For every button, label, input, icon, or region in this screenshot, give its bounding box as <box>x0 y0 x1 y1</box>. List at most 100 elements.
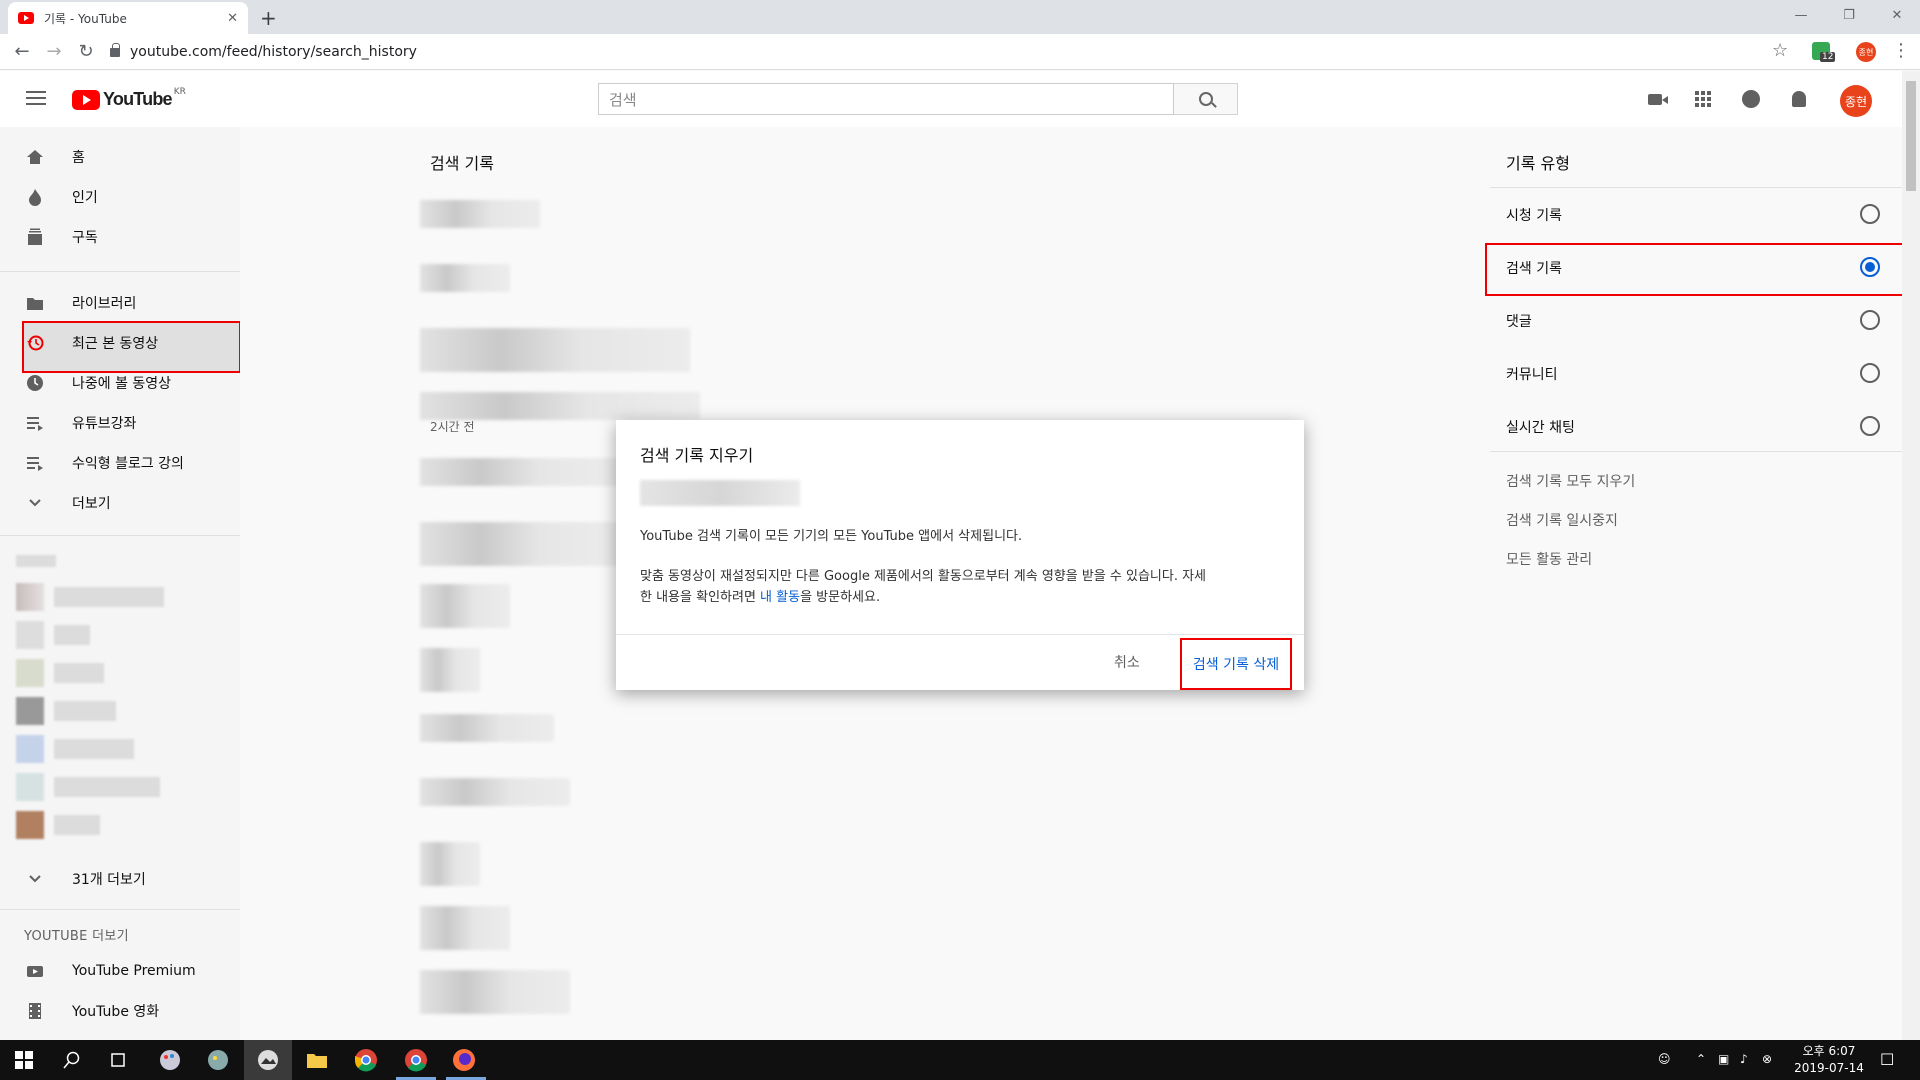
notifications-bell-icon[interactable] <box>1787 87 1811 111</box>
pause-search-history-link[interactable]: 검색 기록 일시중지 <box>1506 510 1618 530</box>
subscription-item[interactable] <box>16 773 160 801</box>
taskbar-clock[interactable]: 오후 6:07 2019-07-14 <box>1784 1043 1874 1077</box>
subscription-item[interactable] <box>16 735 134 763</box>
tab-close-icon[interactable]: ✕ <box>227 11 238 26</box>
left-guide: 홈 인기 구독 라이브러리 최근 본 동영상 나중에 볼 동영상 유튜브강좌 수… <box>0 127 240 1040</box>
guide-item-label: 인기 <box>72 190 98 206</box>
file-explorer-icon[interactable] <box>303 1046 331 1074</box>
window-close-icon[interactable]: ✕ <box>1874 0 1920 30</box>
chrome-icon[interactable] <box>352 1046 380 1074</box>
page-scrollbar[interactable] <box>1902 71 1920 1040</box>
history-icon <box>26 334 44 352</box>
action-center-icon[interactable]: ☐ <box>1880 1050 1894 1069</box>
history-type-live-chat[interactable]: 실시간 채팅 <box>1490 400 1902 452</box>
windows-start-icon[interactable] <box>10 1046 38 1074</box>
reload-icon[interactable]: ↻ <box>74 41 98 62</box>
home-icon <box>26 148 44 166</box>
youtube-logo[interactable]: YouTube KR <box>72 87 186 110</box>
clock-icon <box>26 374 44 392</box>
guide-item-home[interactable]: 홈 <box>0 137 240 177</box>
new-tab-button[interactable]: + <box>260 6 277 30</box>
guide-item-label: 최근 본 동영상 <box>72 336 159 352</box>
history-type-search[interactable]: 검색 기록 <box>1490 241 1902 293</box>
browser-profile-avatar[interactable]: 종현 <box>1856 42 1876 62</box>
subscription-item[interactable] <box>16 621 90 649</box>
task-view-icon[interactable] <box>104 1046 132 1074</box>
tab-title: 기록 - YouTube <box>44 11 127 26</box>
history-type-community[interactable]: 커뮤니티 <box>1490 347 1902 399</box>
ime-icon[interactable]: ⊗ <box>1762 1052 1772 1066</box>
guide-item-playlist-1[interactable]: 유튜브강좌 <box>0 403 240 443</box>
tray-chevron-up-icon[interactable]: ⌃ <box>1696 1052 1706 1066</box>
address-bar[interactable]: youtube.com/feed/history/search_history <box>110 40 417 64</box>
volume-icon[interactable]: ♪ <box>1740 1052 1748 1066</box>
guide-divider <box>0 909 240 910</box>
my-activity-link[interactable]: 내 활동 <box>760 590 800 605</box>
scrollbar-thumb[interactable] <box>1906 81 1916 191</box>
youtube-masthead: YouTube KR 검색 종현 <box>0 71 1902 127</box>
delete-search-history-button[interactable]: 검색 기록 삭제 <box>1180 638 1292 690</box>
guide-item-watch-later[interactable]: 나중에 볼 동영상 <box>0 363 240 403</box>
radio-button[interactable] <box>1860 204 1880 224</box>
guide-item-show-more[interactable]: 더보기 <box>0 483 240 523</box>
cancel-button[interactable]: 취소 <box>1114 652 1140 672</box>
history-type-label: 검색 기록 <box>1506 261 1562 277</box>
history-type-watch[interactable]: 시청 기록 <box>1490 188 1902 240</box>
account-avatar[interactable]: 종현 <box>1840 85 1872 117</box>
guide-item-label: 유튜브강좌 <box>72 416 137 432</box>
messages-icon[interactable] <box>1739 87 1763 111</box>
radio-button-selected[interactable] <box>1860 257 1880 277</box>
blurred-search-query <box>640 480 800 506</box>
page-title: 검색 기록 <box>430 154 494 173</box>
clock-time: 오후 6:07 <box>1802 1044 1856 1058</box>
search-button[interactable] <box>1174 83 1238 115</box>
back-arrow-icon[interactable]: ← <box>10 41 34 62</box>
manage-all-activity-link[interactable]: 모든 활동 관리 <box>1506 549 1592 569</box>
guide-item-label: 수익형 블로그 강의 <box>72 456 184 472</box>
create-video-icon[interactable] <box>1643 87 1668 111</box>
guide-item-more-subscriptions[interactable]: 31개 더보기 <box>0 859 240 899</box>
clear-all-search-history-link[interactable]: 검색 기록 모두 지우기 <box>1506 471 1635 491</box>
history-type-panel: 기록 유형 시청 기록 검색 기록 댓글 커뮤니티 실시간 채팅 검색 기록 모… <box>1462 127 1905 1040</box>
subscription-item[interactable] <box>16 659 104 687</box>
history-type-comments[interactable]: 댓글 <box>1490 294 1902 346</box>
chrome-active-icon[interactable] <box>402 1046 430 1074</box>
radio-button[interactable] <box>1860 416 1880 436</box>
dialog-message-2b: 한 내용을 확인하려면 <box>640 590 761 605</box>
forward-arrow-icon[interactable]: → <box>42 41 66 62</box>
hamburger-menu-icon[interactable] <box>26 91 46 105</box>
firefox-icon[interactable] <box>450 1046 478 1074</box>
app-palette-icon[interactable] <box>204 1046 232 1074</box>
radio-button[interactable] <box>1860 310 1880 330</box>
apps-grid-icon[interactable] <box>1691 87 1715 111</box>
guide-item-library[interactable]: 라이브러리 <box>0 283 240 323</box>
search-input[interactable]: 검색 <box>598 83 1174 115</box>
people-icon[interactable]: ☺ <box>1658 1052 1671 1066</box>
guide-item-playlist-2[interactable]: 수익형 블로그 강의 <box>0 443 240 483</box>
guide-item-subscriptions[interactable]: 구독 <box>0 217 240 257</box>
search-icon[interactable] <box>58 1046 86 1074</box>
library-icon <box>26 294 44 312</box>
bookmark-star-icon[interactable]: ☆ <box>1772 40 1788 61</box>
url-text: youtube.com/feed/history/search_history <box>130 44 417 60</box>
guide-item-premium[interactable]: YouTube Premium <box>0 951 240 991</box>
lock-icon <box>110 42 120 57</box>
restore-icon[interactable]: ❐ <box>1826 0 1872 30</box>
guide-item-movies[interactable]: YouTube 영화 <box>0 991 240 1031</box>
browser-menu-icon[interactable]: ⋮ <box>1892 40 1910 61</box>
guide-item-history[interactable]: 최근 본 동영상 <box>0 323 240 363</box>
guide-item-label: 구독 <box>72 230 98 246</box>
browser-tab-active[interactable]: 기록 - YouTube ✕ <box>8 2 248 34</box>
guide-item-label: 더보기 <box>72 496 111 512</box>
guide-item-label: 홈 <box>72 150 85 166</box>
network-icon[interactable]: ▣ <box>1718 1052 1729 1066</box>
app-photos-icon[interactable] <box>254 1046 282 1074</box>
app-paint-icon[interactable] <box>156 1046 184 1074</box>
guide-item-trending[interactable]: 인기 <box>0 177 240 217</box>
minimize-icon[interactable]: — <box>1778 0 1824 30</box>
subscription-item[interactable] <box>16 697 116 725</box>
chevron-down-icon <box>26 494 44 512</box>
subscription-item[interactable] <box>16 583 164 611</box>
subscription-item[interactable] <box>16 811 100 839</box>
radio-button[interactable] <box>1860 363 1880 383</box>
